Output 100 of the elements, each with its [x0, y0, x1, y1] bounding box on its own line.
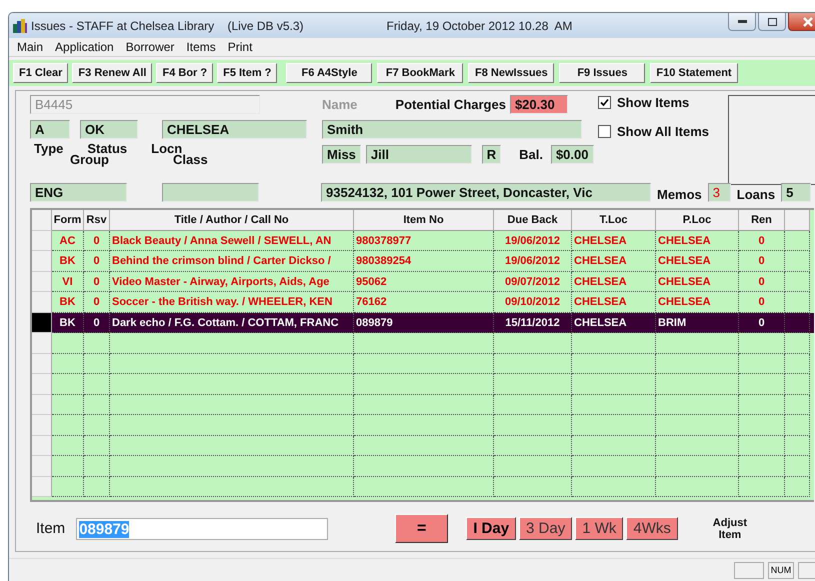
name-label: Name [322, 97, 358, 112]
menu-item[interactable]: Items [186, 40, 216, 54]
table-row[interactable]: AC 0 Black Beauty / Anna Sewell / SEWELL, AN 980378977 19/06/2012 CHELSEA CHELSEA 0 [32, 230, 814, 251]
column-header[interactable]: Item No [354, 210, 494, 230]
table-cell: 980378977 [354, 230, 494, 251]
loan-period-button[interactable]: 4Wks [626, 517, 678, 540]
table-row[interactable]: VI 0 Video Master - Airway, Airports, Aids, Age 95062 09/07/2012 CHELSEA CHELSEA 0 [32, 272, 814, 292]
empty-cell [785, 415, 810, 436]
function-key-button[interactable]: F6 A4Style [286, 63, 372, 83]
table-cell: 09/07/2012 [494, 272, 572, 292]
empty-cell [785, 251, 810, 272]
table-cell: 0 [739, 230, 785, 251]
minimize-button[interactable] [728, 13, 756, 31]
flag-field[interactable]: R [482, 145, 502, 164]
maximize-button[interactable] [758, 13, 786, 31]
surname-field[interactable]: Smith [322, 120, 582, 139]
table-cell: CHELSEA [656, 272, 739, 292]
charges-field: $20.30 [510, 95, 568, 114]
column-header[interactable]: P.Loc [656, 210, 739, 230]
empty-cell [785, 333, 810, 354]
empty-cell [84, 436, 110, 456]
row-header[interactable] [32, 312, 52, 333]
empty-cell [785, 394, 810, 415]
empty-cell [84, 456, 110, 476]
charges-label: Potential Charges [395, 97, 506, 112]
address-field[interactable]: 93524132, 101 Power Street, Doncaster, Vic [321, 183, 651, 202]
column-header[interactable]: T.Loc [572, 210, 656, 230]
empty-cell [84, 476, 110, 497]
table-cell: BRIM [656, 312, 739, 333]
empty-cell [785, 476, 810, 497]
option-checkbox[interactable]: Show Items [598, 95, 726, 110]
column-header[interactable]: Form [52, 210, 84, 230]
table-cell: 0 [84, 312, 110, 333]
option-checkbox[interactable]: Show All Items [598, 124, 726, 139]
function-key-button[interactable]: F5 Item ? [217, 63, 278, 83]
empty-cell [739, 476, 785, 497]
column-header[interactable]: Title / Author / Call No [110, 210, 354, 230]
memos-label: Memos [657, 187, 702, 202]
empty-cell [84, 394, 110, 415]
function-key-button[interactable]: F9 Issues [559, 63, 646, 83]
menu-item[interactable]: Print [228, 40, 252, 54]
adjust-item-label: Adjust Item [712, 516, 748, 540]
empty-cell [785, 272, 810, 292]
empty-cell [785, 374, 810, 394]
group-field[interactable]: ENG [30, 183, 127, 202]
given-name-field[interactable]: Jill [366, 145, 472, 164]
empty-cell [785, 436, 810, 456]
table-cell: 19/06/2012 [494, 230, 572, 251]
empty-cell [785, 230, 810, 251]
empty-cell [785, 354, 810, 374]
table-cell: Behind the crimson blind / Carter Dickso / [110, 251, 354, 272]
empty-cell [739, 374, 785, 394]
table-cell: VI [52, 272, 84, 292]
empty-cell [84, 374, 110, 394]
column-header[interactable]: Due Back [494, 210, 572, 230]
loan-period-button[interactable]: 3 Day [519, 517, 572, 540]
function-key-button[interactable]: F10 Statement [650, 63, 738, 83]
table-row[interactable]: BK 0 Dark echo / F.G. Cottam. / COTTAM, FRANC 089879 15/11/2012 CHELSEA BRIM 0 [32, 312, 814, 333]
table-cell: Video Master - Airway, Airports, Aids, Age [110, 272, 354, 292]
num-lock-indicator: NUM [768, 562, 794, 579]
table-cell: 0 [739, 272, 785, 292]
table-cell: CHELSEA [572, 251, 656, 272]
window-title: Issues - STAFF at Chelsea Library (Live DB v5.3) [31, 18, 304, 32]
table-cell: Dark echo / F.G. Cottam. / COTTAM, FRANC [110, 312, 354, 333]
equals-button[interactable]: = [395, 514, 448, 543]
function-key-button[interactable]: F7 BookMark [377, 63, 464, 83]
corner-header [32, 210, 52, 230]
empty-cell [739, 456, 785, 476]
table-cell: 0 [84, 230, 110, 251]
table-cell: 0 [84, 251, 110, 272]
table-row[interactable]: BK 0 Behind the crimson blind / Carter Dickso / 980389254 19/06/2012 CHELSEA CHELSEA 0 [32, 251, 814, 272]
table-cell: BK [52, 251, 84, 272]
balance-label: Bal. [519, 147, 543, 162]
menu-item[interactable]: Borrower [126, 40, 174, 54]
function-key-button[interactable]: F4 Bor ? [156, 63, 214, 83]
balance-field: $0.00 [550, 145, 594, 164]
empty-cell [739, 415, 785, 436]
menu-item[interactable]: Main [17, 40, 44, 54]
memos-count-field: 3 [708, 183, 731, 202]
class-field[interactable] [162, 183, 259, 202]
location-field[interactable]: CHELSEA [162, 120, 307, 139]
table-cell: 0 [739, 312, 785, 333]
function-key-button[interactable]: F8 NewIssues [468, 63, 554, 83]
checkmark-icon [600, 98, 609, 107]
function-key-button[interactable]: F1 Clear [13, 63, 68, 83]
loan-period-button[interactable]: I Day [466, 517, 516, 540]
menu-item[interactable]: Application [55, 40, 114, 54]
status-field[interactable]: OK [80, 120, 138, 139]
table-cell: 15/11/2012 [494, 312, 572, 333]
column-header[interactable]: Ren [739, 210, 785, 230]
close-icon [803, 16, 813, 26]
function-key-button[interactable]: F3 Renew All [72, 63, 152, 83]
type-field[interactable]: A [30, 120, 70, 139]
title-field[interactable]: Miss [322, 145, 361, 164]
column-header[interactable]: Rsv [84, 210, 110, 230]
loan-period-button[interactable]: 1 Wk [575, 517, 624, 540]
type-label: Type [34, 141, 64, 156]
empty-cell [739, 436, 785, 456]
minimize-icon [738, 20, 746, 23]
empty-cell [84, 333, 110, 354]
